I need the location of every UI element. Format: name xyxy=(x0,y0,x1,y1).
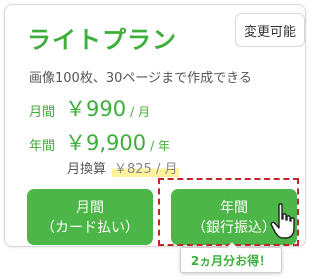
monthly-button-line2: （カード払い） xyxy=(41,219,139,235)
yearly-button-line2: （銀行振込） xyxy=(192,219,276,235)
plan-description: 画像100枚、30ページまで作成できる xyxy=(29,71,252,86)
monthly-button-line1: 月間 xyxy=(76,199,104,215)
savings-tooltip: 2ヵ月分お得！ xyxy=(180,242,282,273)
monthly-equivalent-value: ￥825 / 月 xyxy=(112,158,180,177)
monthly-price-value: ￥990 xyxy=(65,97,127,121)
monthly-equivalent-row: 月換算 ￥825 / 月 xyxy=(67,158,180,177)
changeable-badge: 変更可能 xyxy=(235,13,305,47)
monthly-price-row: 月間 ￥990/ 月 xyxy=(29,93,150,123)
monthly-equivalent-label: 月換算 xyxy=(67,162,107,177)
monthly-card-payment-button[interactable]: 月間 （カード払い） xyxy=(27,189,153,245)
plan-card: ライトプラン 変更可能 画像100枚、30ページまで作成できる 月間 ￥990/ … xyxy=(4,4,306,247)
yearly-price-label: 年間 xyxy=(29,139,56,154)
yearly-price-unit: / 年 xyxy=(150,139,170,153)
plan-title: ライトプラン xyxy=(27,26,177,54)
yearly-price-value: ￥9,900 xyxy=(65,131,147,155)
monthly-price-label: 月間 xyxy=(29,105,56,120)
yearly-button-line1: 年間 xyxy=(220,199,248,215)
monthly-price-unit: / 月 xyxy=(130,105,150,119)
hand-pointer-icon xyxy=(270,203,295,239)
yearly-price-row: 年間 ￥9,900/ 年 xyxy=(29,127,170,157)
